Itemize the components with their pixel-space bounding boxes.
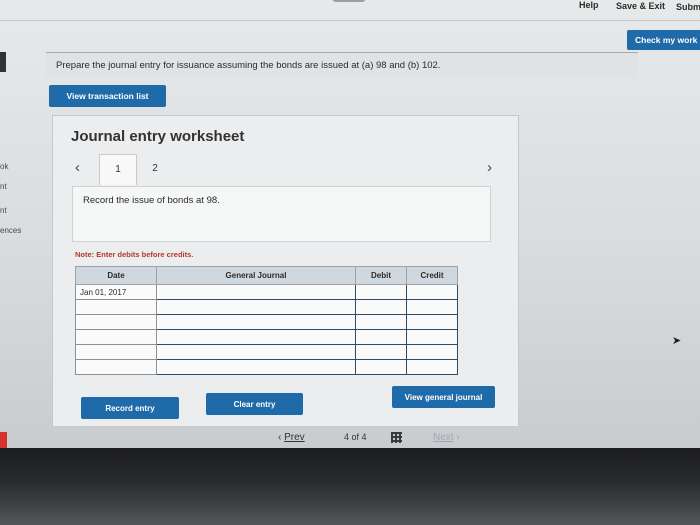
- clear-entry-button[interactable]: Clear entry: [206, 393, 303, 415]
- record-entry-button[interactable]: Record entry: [81, 397, 179, 419]
- column-header-date: Date: [75, 266, 157, 285]
- debit-cell[interactable]: [355, 314, 407, 330]
- column-header-general-journal: General Journal: [156, 266, 356, 285]
- prev-label: Prev: [284, 432, 305, 443]
- left-rail-item[interactable]: nt: [0, 182, 7, 191]
- column-header-credit: Credit: [406, 266, 458, 285]
- note-text: Note: Enter debits before credits.: [75, 250, 194, 259]
- tab-2[interactable]: 2: [137, 154, 173, 184]
- prev-page-link[interactable]: ‹ Prev: [278, 432, 305, 443]
- table-row: [75, 359, 458, 375]
- instructions: Prepare the journal entry for issuance a…: [46, 52, 638, 78]
- entry-description: Record the issue of bonds at 98.: [72, 186, 491, 242]
- top-divider: [0, 20, 700, 21]
- debit-cell[interactable]: [355, 284, 407, 300]
- debit-cell[interactable]: [355, 299, 407, 315]
- worksheet-tabs: ‹ 1 2 ›: [71, 154, 511, 186]
- browser-viewport: Help Save & Exit Subm ok nt nt ences Che…: [0, 0, 700, 448]
- page-indicator: 4 of 4: [344, 432, 367, 442]
- chevron-right-icon: ›: [456, 432, 460, 443]
- help-link[interactable]: Help: [579, 0, 599, 10]
- next-label: Next: [433, 432, 454, 443]
- mouse-pointer-icon: ➤: [672, 335, 682, 347]
- date-cell[interactable]: [75, 299, 157, 315]
- journal-entry-worksheet: Journal entry worksheet ‹ 1 2 › Record t…: [52, 115, 519, 427]
- submit-link[interactable]: Subm: [676, 2, 700, 12]
- credit-cell[interactable]: [406, 359, 458, 375]
- debit-cell[interactable]: [355, 344, 407, 360]
- table-row: [75, 329, 458, 345]
- date-cell[interactable]: Jan 01, 2017: [75, 284, 157, 300]
- red-tab: [0, 432, 7, 448]
- table-row: [75, 314, 458, 330]
- table-row: [75, 299, 458, 315]
- left-rail-item[interactable]: ok: [0, 162, 8, 171]
- debit-cell[interactable]: [355, 359, 407, 375]
- general-journal-table: Date General Journal Debit Credit Jan 01…: [75, 266, 458, 375]
- chevron-right-icon[interactable]: ›: [487, 159, 492, 176]
- column-header-debit: Debit: [355, 266, 407, 285]
- account-cell[interactable]: [156, 329, 356, 345]
- grid-icon[interactable]: [391, 432, 402, 443]
- credit-cell[interactable]: [406, 299, 458, 315]
- account-cell[interactable]: [156, 284, 356, 300]
- date-cell[interactable]: [75, 344, 157, 360]
- entry-description-text: Record the issue of bonds at 98.: [83, 195, 220, 206]
- credit-cell[interactable]: [406, 314, 458, 330]
- date-cell[interactable]: [75, 329, 157, 345]
- debit-cell[interactable]: [355, 329, 407, 345]
- check-my-work-button[interactable]: Check my work: [627, 30, 700, 50]
- tab-1[interactable]: 1: [99, 154, 137, 185]
- credit-cell[interactable]: [406, 284, 458, 300]
- pagination: ‹ Prev 4 of 4 Next ›: [278, 430, 498, 448]
- account-cell[interactable]: [156, 344, 356, 360]
- chevron-left-icon[interactable]: ‹: [75, 159, 80, 176]
- top-bar: Help Save & Exit Subm: [0, 0, 700, 14]
- table-row: Jan 01, 2017: [75, 284, 458, 300]
- save-exit-link[interactable]: Save & Exit: [616, 1, 665, 11]
- chevron-left-icon: ‹: [278, 432, 282, 443]
- view-general-journal-button[interactable]: View general journal: [392, 386, 495, 408]
- account-cell[interactable]: [156, 359, 356, 375]
- next-page-link[interactable]: Next ›: [433, 432, 460, 443]
- table-header-row: Date General Journal Debit Credit: [75, 266, 458, 285]
- credit-cell[interactable]: [406, 344, 458, 360]
- monitor-bezel: [0, 448, 700, 525]
- view-transaction-list-button[interactable]: View transaction list: [49, 85, 166, 107]
- saved-indicator: [332, 0, 366, 2]
- date-cell[interactable]: [75, 359, 157, 375]
- credit-cell[interactable]: [406, 329, 458, 345]
- table-row: [75, 344, 458, 360]
- left-rail-item[interactable]: ences: [0, 226, 21, 235]
- worksheet-title: Journal entry worksheet: [71, 128, 245, 145]
- left-rail-item[interactable]: nt: [0, 206, 7, 215]
- sidebar-toggle[interactable]: [0, 52, 6, 72]
- account-cell[interactable]: [156, 314, 356, 330]
- account-cell[interactable]: [156, 299, 356, 315]
- date-cell[interactable]: [75, 314, 157, 330]
